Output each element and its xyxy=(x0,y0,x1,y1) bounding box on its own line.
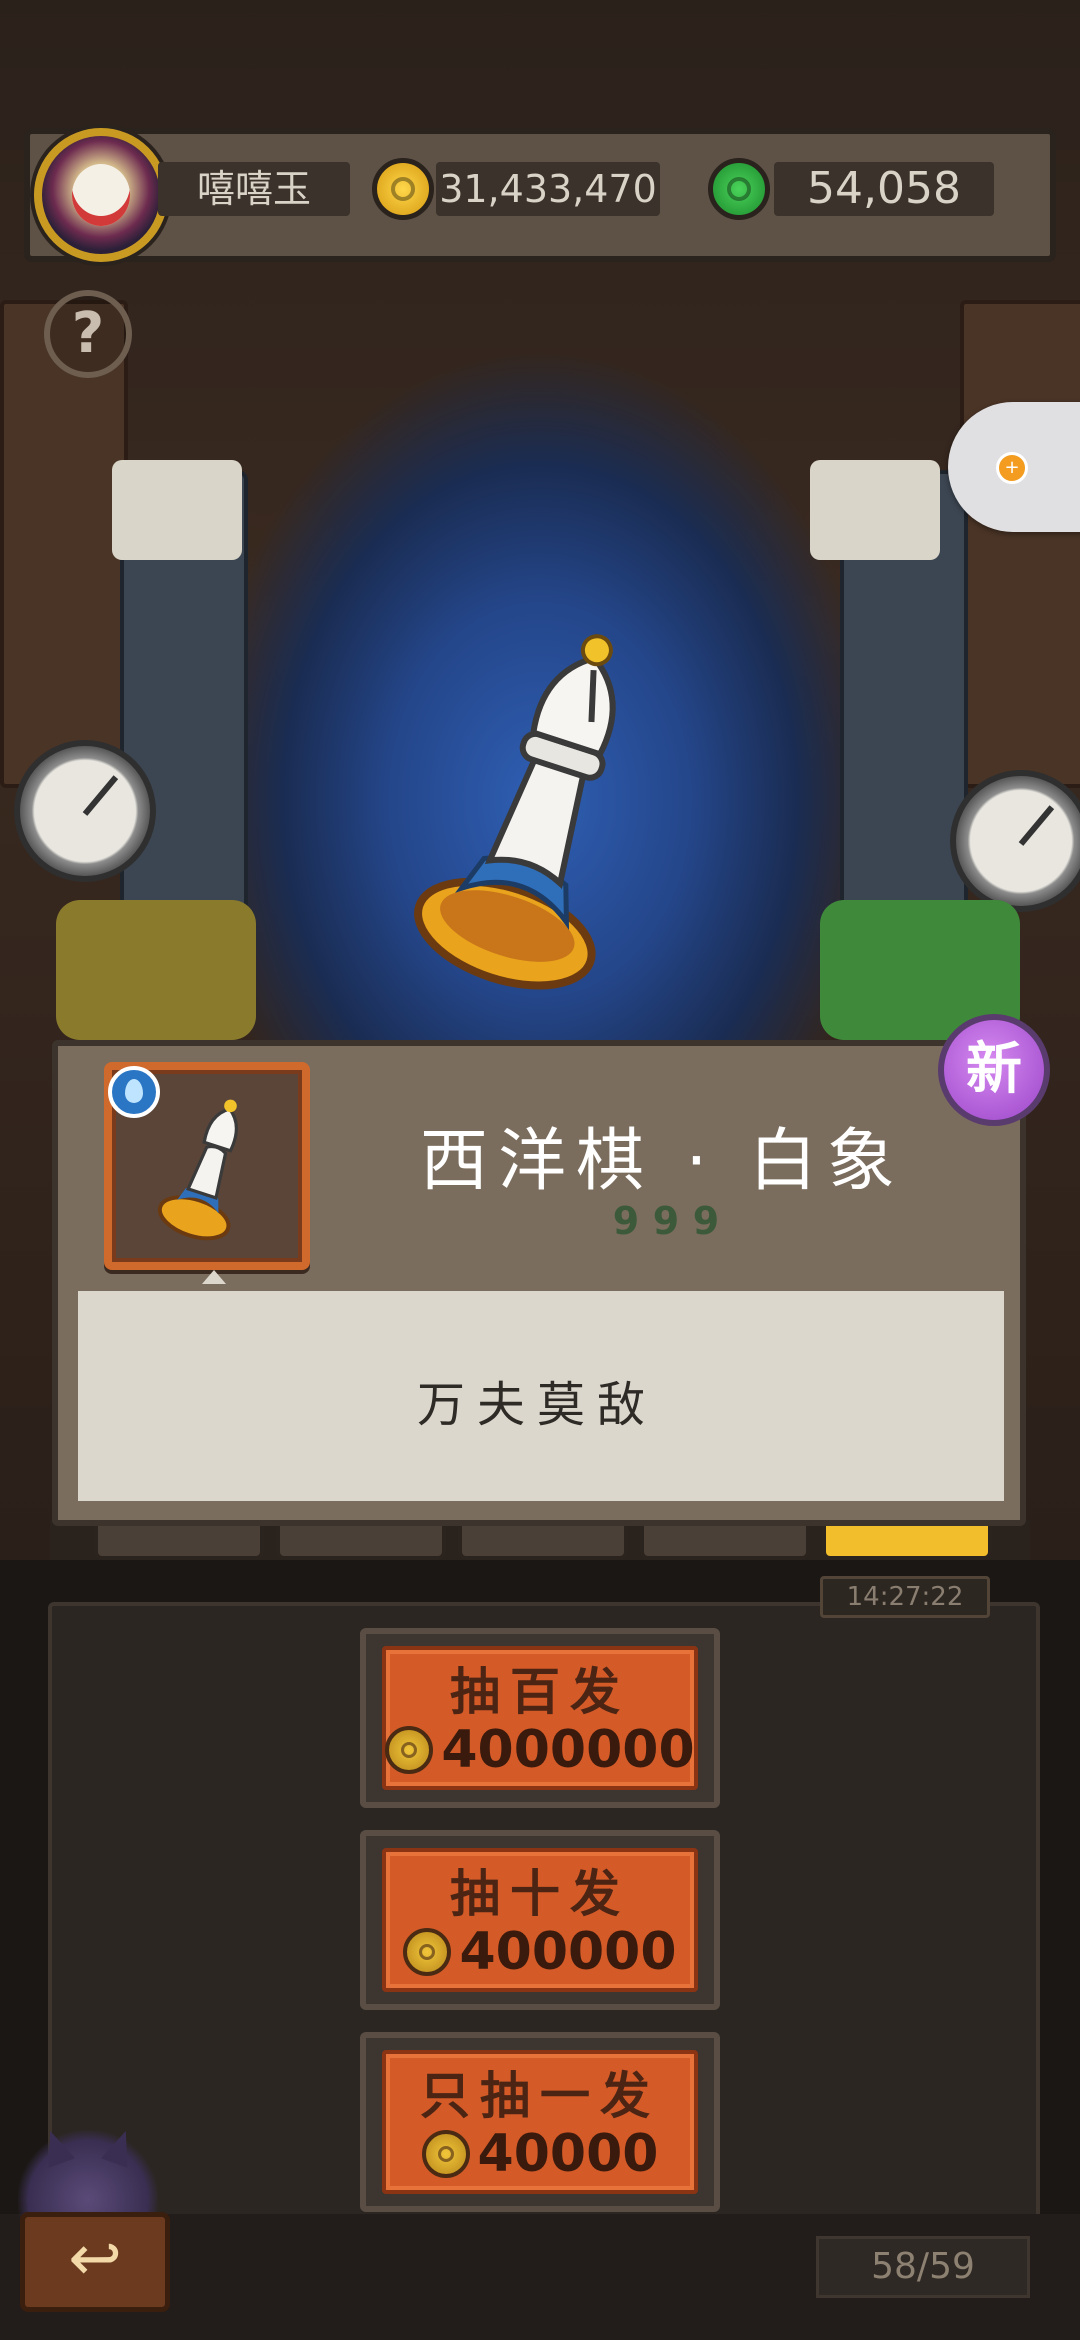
collection-counter: 58/59 xyxy=(816,2236,1030,2298)
rarity-mark: 9 xyxy=(692,1199,720,1243)
draw-10-button[interactable]: 抽十发 400000 xyxy=(360,1830,720,2010)
green-coin-dispenser xyxy=(810,460,940,560)
gauge-right xyxy=(950,770,1080,912)
cost-value: 4000000 xyxy=(441,1720,695,1780)
player-avatar[interactable] xyxy=(34,128,168,262)
button-cost: 40000 xyxy=(366,2124,714,2184)
gold-coin-icon xyxy=(385,1726,434,1774)
gold-coin-dispenser xyxy=(112,460,242,560)
refresh-timer: 14:27:22 xyxy=(820,1576,990,1618)
rarity-mark: 9 xyxy=(652,1199,680,1243)
category-tab-1[interactable] xyxy=(94,1522,264,1560)
shelf-right xyxy=(960,300,1080,788)
gold-coin-icon xyxy=(421,2130,470,2178)
gem-amount: 54,058 xyxy=(774,162,994,216)
new-badge: 新 xyxy=(938,1014,1050,1126)
side-floating-tab[interactable]: + xyxy=(948,402,1080,532)
cost-value: 40000 xyxy=(477,2124,659,2184)
category-tab-3[interactable] xyxy=(458,1522,628,1560)
draw-1-button[interactable]: 只抽一发 40000 xyxy=(360,2032,720,2212)
rarity-marks: 9 9 9 xyxy=(612,1199,720,1243)
green-gem-coin-icon xyxy=(708,158,770,220)
water-element-icon xyxy=(108,1066,160,1118)
category-tab-2[interactable] xyxy=(276,1522,446,1560)
gold-amount: 31,433,470 xyxy=(436,162,660,216)
button-cost: 4000000 xyxy=(366,1720,714,1780)
rarity-mark: 9 xyxy=(612,1199,640,1243)
player-name: 嘻嘻玉 xyxy=(158,162,350,216)
button-label: 只抽一发 xyxy=(420,2067,660,2125)
category-tab-5[interactable] xyxy=(822,1522,992,1560)
item-name: 西洋棋 · 白象 xyxy=(420,1122,905,1201)
gold-coin-icon xyxy=(403,1928,452,1976)
white-bishop-icon xyxy=(157,1099,238,1241)
draw-100-button[interactable]: 抽百发 4000000 xyxy=(360,1628,720,1808)
help-button[interactable]: ? xyxy=(44,290,132,378)
cost-value: 400000 xyxy=(459,1922,677,1982)
gold-coin-icon xyxy=(372,158,434,220)
back-arrow-icon: ↩ xyxy=(68,2222,122,2296)
button-label: 抽十发 xyxy=(450,1865,630,1923)
shelf-left xyxy=(0,300,128,788)
button-label: 抽百发 xyxy=(450,1663,630,1721)
notification-dot-icon: + xyxy=(996,452,1028,484)
button-cost: 400000 xyxy=(366,1922,714,1982)
item-description: 万夫莫敌 xyxy=(416,1377,657,1433)
back-button[interactable]: ↩ xyxy=(20,2212,170,2312)
jar-left xyxy=(56,900,256,1040)
gauge-left xyxy=(14,740,156,882)
category-tab-4[interactable] xyxy=(640,1522,810,1560)
